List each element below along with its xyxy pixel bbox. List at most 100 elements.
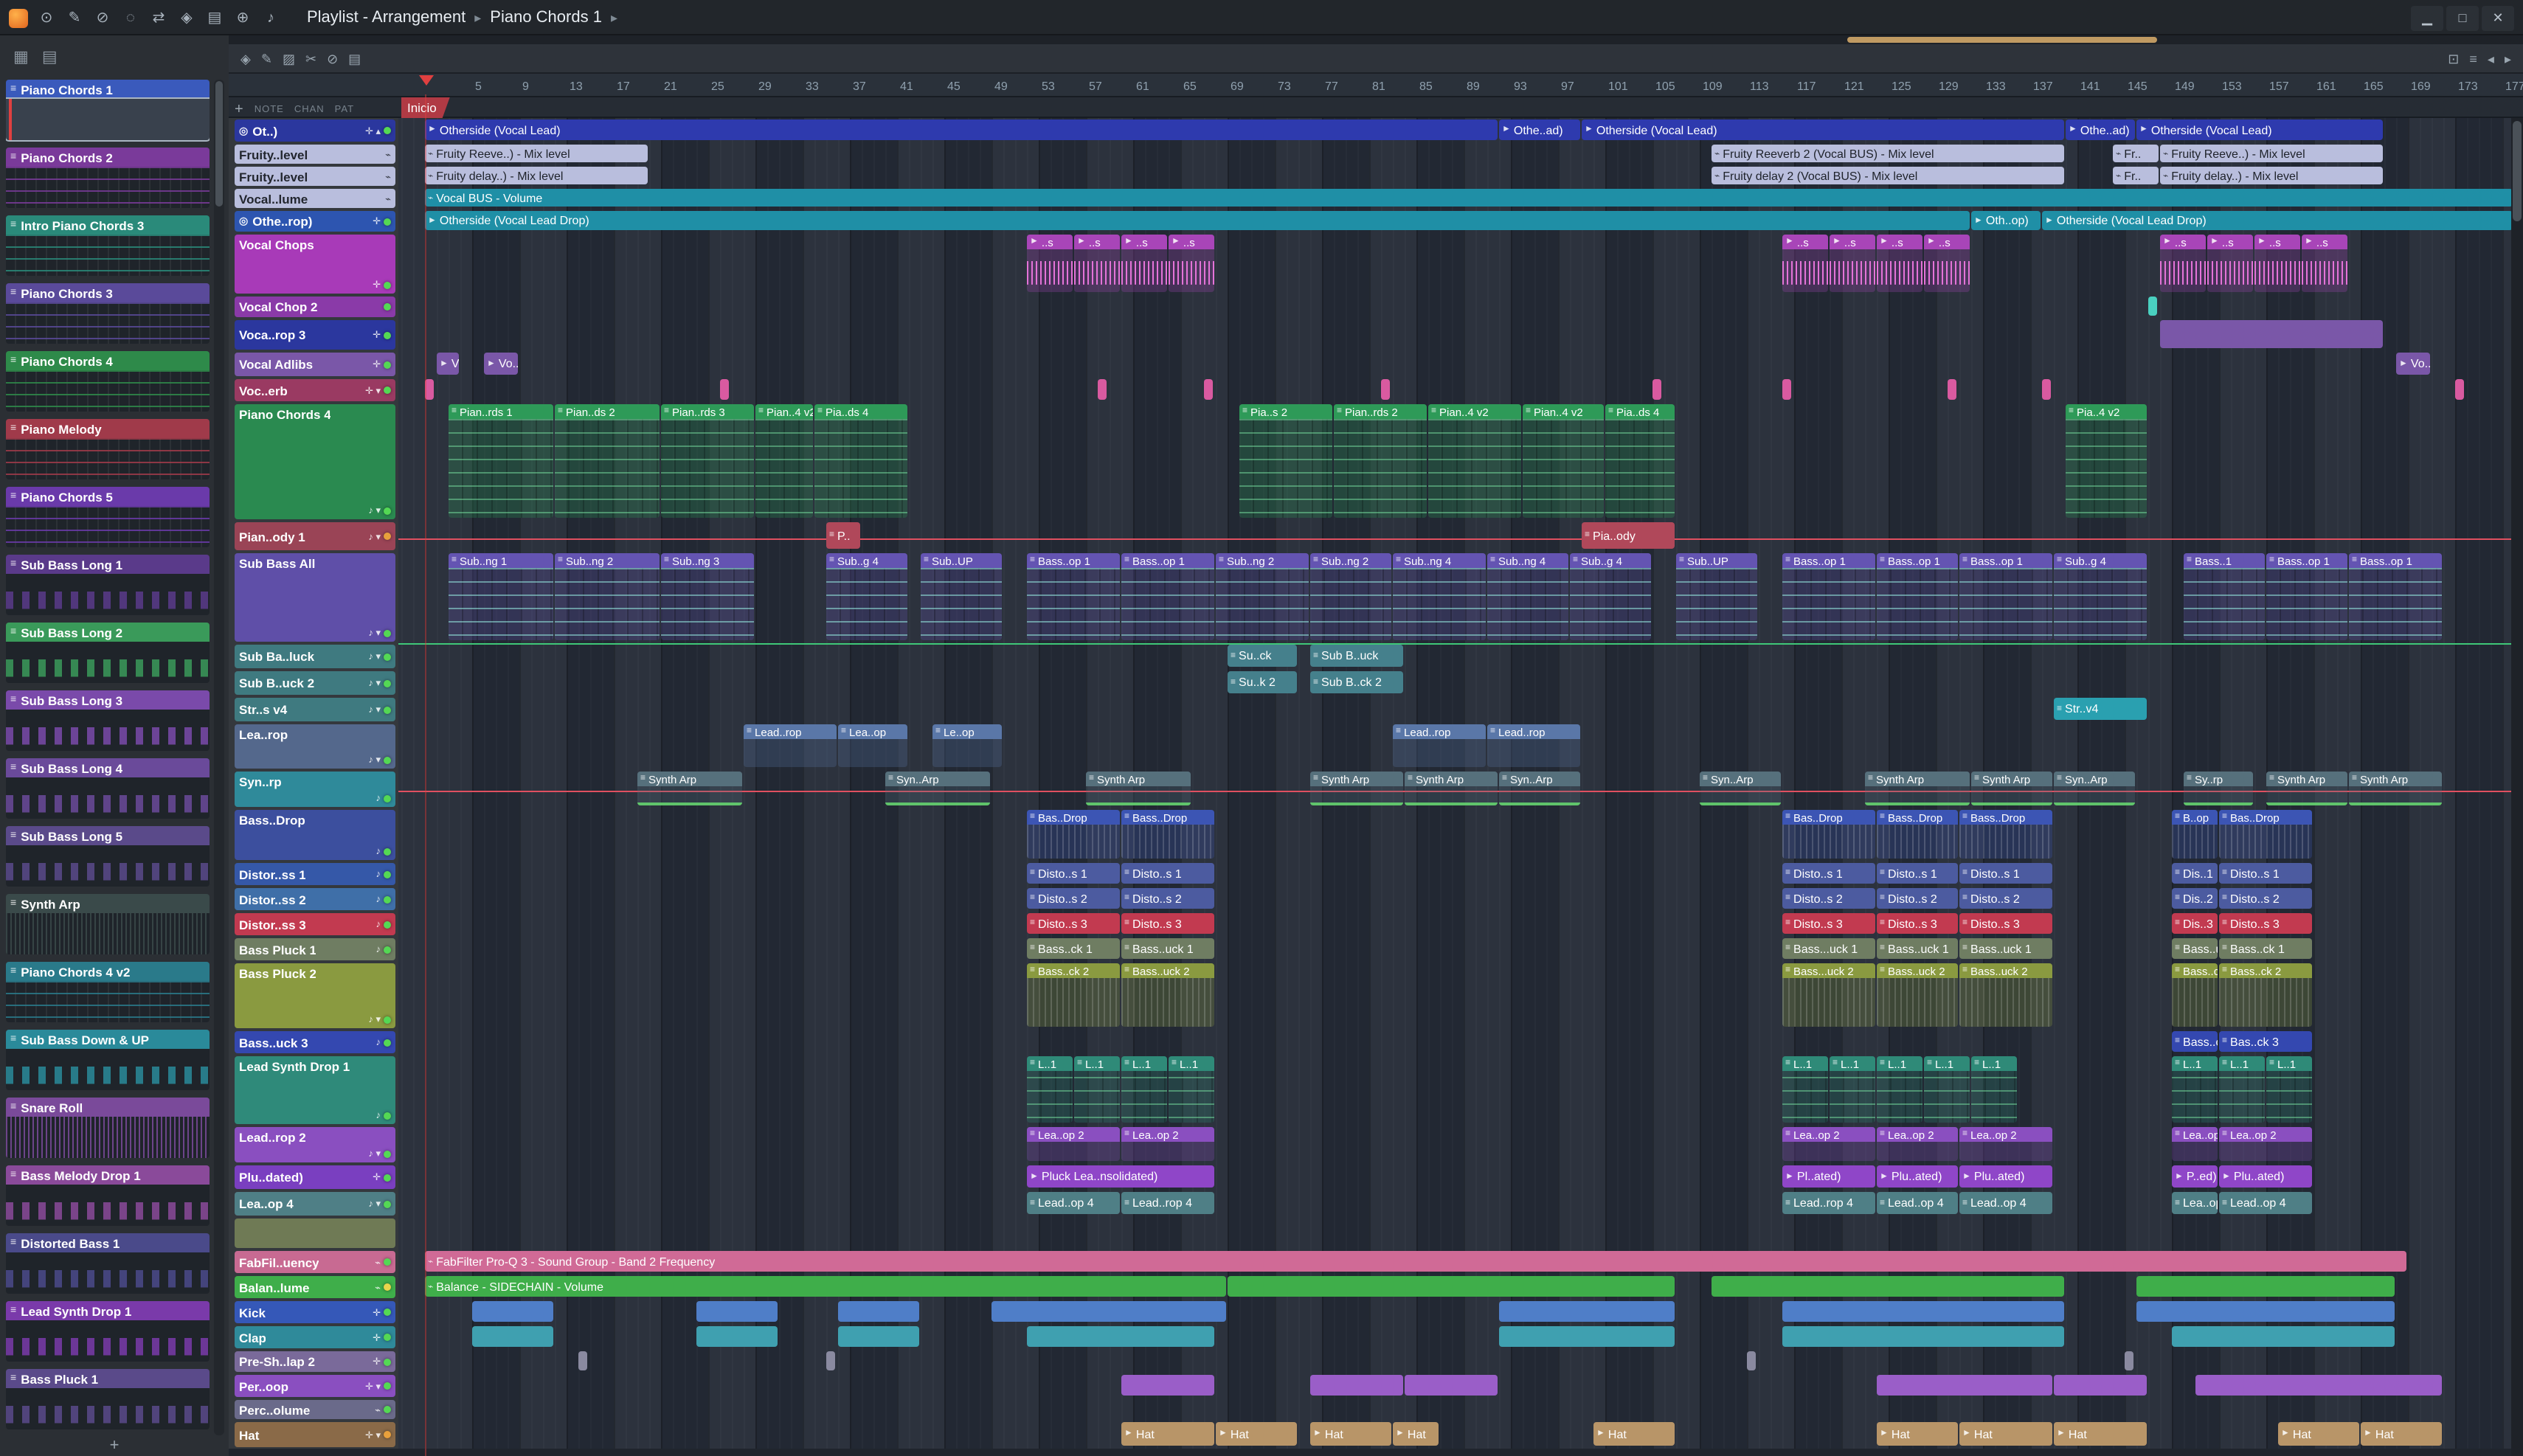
clip[interactable]: ≡ Bass..op 1 <box>1782 553 1875 640</box>
track-lane[interactable]: ≡ Lead..op 4 ≡ Lead..rop 4 ≡ Lead..rop 4 ≡ Lead… <box>398 1190 2523 1217</box>
pattern-item-header[interactable]: ≡ Piano Chords 3 <box>6 283 210 302</box>
clip[interactable] <box>2278 1375 2371 1396</box>
track-header-button[interactable]: ◎ Othe..rop) ✛ <box>235 211 395 232</box>
clip[interactable]: ⌁ Fruity Reeve..) - Mix level <box>2160 145 2383 162</box>
track-led[interactable] <box>384 848 391 856</box>
track-header-button[interactable] <box>235 1218 395 1248</box>
select-icon[interactable]: ▤ <box>348 51 361 67</box>
clip[interactable]: ► Othe..ad) <box>2066 119 2135 140</box>
clip[interactable]: ≡ Pia..4 v2 <box>2066 404 2147 518</box>
track-led[interactable] <box>384 127 391 134</box>
clip[interactable]: ≡ Bass..uck 2 <box>1121 963 1214 1027</box>
clip[interactable]: ≡Bass..ck 2 <box>2219 963 2312 1027</box>
track-header-button[interactable]: ◎ Ot..) ✛ ▴ <box>235 119 395 142</box>
track-header-button[interactable]: Lead..rop 2 ♪ ▾ <box>235 1127 395 1162</box>
clip[interactable] <box>720 379 729 400</box>
clip[interactable] <box>1652 379 1661 400</box>
track-header-button[interactable]: Balan..lume ⌁ <box>235 1276 395 1298</box>
clip[interactable]: ≡ Disto..s 2 <box>1027 888 1120 909</box>
pattern-item-header[interactable]: ≡ Bass Melody Drop 1 <box>6 1165 210 1185</box>
clip[interactable]: ► Hat <box>2278 1422 2359 1446</box>
clip[interactable] <box>2361 1375 2442 1396</box>
clip[interactable] <box>1228 1276 1675 1297</box>
clip[interactable]: ≡ Pia..ds 4 <box>814 404 907 518</box>
track-led[interactable] <box>384 361 391 368</box>
clip[interactable]: ≡ Bas..ck 3 <box>2219 1031 2312 1052</box>
mute-icon[interactable]: ⊘ <box>327 51 338 67</box>
track-led[interactable] <box>384 533 391 540</box>
clip[interactable]: ≡ Lead..op 4 <box>1959 1192 2052 1214</box>
zoom-icon[interactable]: ⊕ <box>232 10 254 26</box>
clip[interactable]: ≡ Syn..Arp <box>1700 772 1781 805</box>
clip[interactable]: ≡ Pian..4 v2 <box>1523 404 1604 518</box>
clip[interactable]: ≡ Bass..op 1 <box>2349 553 2442 640</box>
track-lane[interactable]: ►Vo..►Vo..s►Vo..s <box>398 351 2523 378</box>
clip[interactable]: ≡ L..1 <box>1027 1056 1073 1123</box>
clip[interactable]: ≡ Lead..rop 4 <box>1121 1192 1214 1214</box>
track-header-button[interactable]: Clap ✛ <box>235 1326 395 1348</box>
clip[interactable]: ► ..s <box>1877 235 1922 292</box>
clip[interactable]: ≡ Disto..s 2 <box>1121 888 1214 909</box>
track-header-button[interactable]: Sub B..uck 2 ♪ ▾ <box>235 671 395 695</box>
track-led[interactable] <box>384 895 391 903</box>
clip[interactable]: ≡ Bass..Drop <box>1121 810 1214 859</box>
clip[interactable]: ►Vo..s <box>484 353 518 375</box>
clip[interactable]: ► ..s <box>1924 235 1970 292</box>
track-lane[interactable]: ≡Bass..ck 3≡Bas..ck 3 <box>398 1030 2523 1055</box>
clip[interactable]: ►Vo..s <box>2396 353 2430 375</box>
clip[interactable]: ≡ Disto..s 3 <box>1877 913 1958 934</box>
track-lane[interactable]: ► Otherside (Vocal Lead Drop) ► Oth..op) ► Ot… <box>398 209 2523 233</box>
pattern-item[interactable]: ≡ Distorted Bass 1 <box>6 1233 210 1297</box>
track-lane[interactable]: ≡ Synth Arp ≡ Syn..Arp ≡ Synth Arp ≡ Synth Arp ≡… <box>398 770 2523 808</box>
minimize-button[interactable]: ▁ <box>2411 5 2443 30</box>
clip[interactable] <box>472 1301 553 1322</box>
clip[interactable]: ⌁ Vocal BUS - Volume <box>425 189 2513 207</box>
clip[interactable]: ≡ Bass..op 1 <box>1959 553 2052 640</box>
clip[interactable] <box>1121 1375 1214 1396</box>
select-icon[interactable]: ▤ <box>204 10 226 26</box>
pattern-item[interactable]: ≡ Piano Chords 2 <box>6 148 210 211</box>
clip[interactable]: ⌁ Fruity delay..) - Mix level <box>2160 167 2383 184</box>
clip[interactable]: ≡ Disto..s 1 <box>1959 863 2052 884</box>
pattern-item-header[interactable]: ≡ Sub Bass Long 4 <box>6 758 210 777</box>
clip[interactable]: ► ..s <box>1027 235 1073 292</box>
track-lane[interactable]: ≡ P.. ≡ Pia..ody <box>398 521 2523 552</box>
clip[interactable]: ≡ Bass..Drop <box>1959 810 2052 859</box>
draw-icon[interactable]: ✎ <box>261 51 272 67</box>
track-led[interactable] <box>384 629 391 637</box>
clip[interactable]: ≡ Lead..rop <box>1487 724 1580 767</box>
track-header-button[interactable]: Lea..rop ♪ ▾ <box>235 724 395 769</box>
track-header-button[interactable]: Bass..uck 3 ♪ <box>235 1031 395 1053</box>
clip[interactable]: ≡ Sub..ng 2 <box>1216 553 1309 640</box>
clip[interactable]: ≡ L..1 <box>1830 1056 1875 1123</box>
track-lane[interactable]: ► ..s ► ..s ► ..s ► ..s ► ..s ► ..s ► ..s ► ..s ► ..s ► ..s… <box>398 233 2523 295</box>
track-led[interactable] <box>384 795 391 802</box>
clip[interactable]: ► ..s <box>1782 235 1828 292</box>
clip[interactable]: ► Oth..op) <box>1971 211 2041 230</box>
clip[interactable] <box>1405 1375 1498 1396</box>
clip[interactable]: ≡ Disto..s 1 <box>1782 863 1875 884</box>
pattern-item[interactable]: ≡ Sub Bass Down & UP <box>6 1030 210 1093</box>
track-lane[interactable]: ≡ Disto..s 3 ≡ Disto..s 3 ≡ Disto..s 3 ≡ Disto.… <box>398 912 2523 937</box>
clip[interactable]: ≡ Dis..2 <box>2172 888 2218 909</box>
clip[interactable]: ► Othe..ad) <box>1499 119 1580 140</box>
track-lane[interactable] <box>398 1325 2523 1350</box>
track-header-button[interactable]: Kick ✛ <box>235 1301 395 1323</box>
pattern-item[interactable]: ≡ Piano Chords 1 <box>6 80 210 143</box>
clip[interactable]: ≡ L..1 <box>2172 1056 2218 1123</box>
clip[interactable]: ≡ Disto..s 3 <box>1027 913 1120 934</box>
clip[interactable]: ≡ Le..op <box>932 724 1002 767</box>
clip[interactable]: ≡Lea..op 2 <box>2172 1127 2218 1161</box>
clip[interactable]: ≡ Sub..g 4 <box>1570 553 1651 640</box>
clip[interactable]: ≡ Pia..s 2 <box>1239 404 1332 518</box>
clip[interactable]: ≡ Bass..op 1 <box>1877 553 1958 640</box>
pattern-item-header[interactable]: ≡ Synth Arp <box>6 894 210 913</box>
pattern-item-header[interactable]: ≡ Sub Bass Long 3 <box>6 690 210 710</box>
clip[interactable]: ≡ Sub..ng 2 <box>555 553 660 640</box>
track-header-button[interactable]: Lea..op 4 ♪ ▾ <box>235 1192 395 1216</box>
picker-scrollbar[interactable] <box>214 80 224 1435</box>
add-pattern-button[interactable]: + <box>0 1437 229 1456</box>
clip[interactable]: ≡ Bass..Drop <box>1877 810 1958 859</box>
clip[interactable]: ≡Lea..op 4 <box>2172 1192 2218 1214</box>
clip[interactable]: ► Hat <box>1959 1422 2052 1446</box>
